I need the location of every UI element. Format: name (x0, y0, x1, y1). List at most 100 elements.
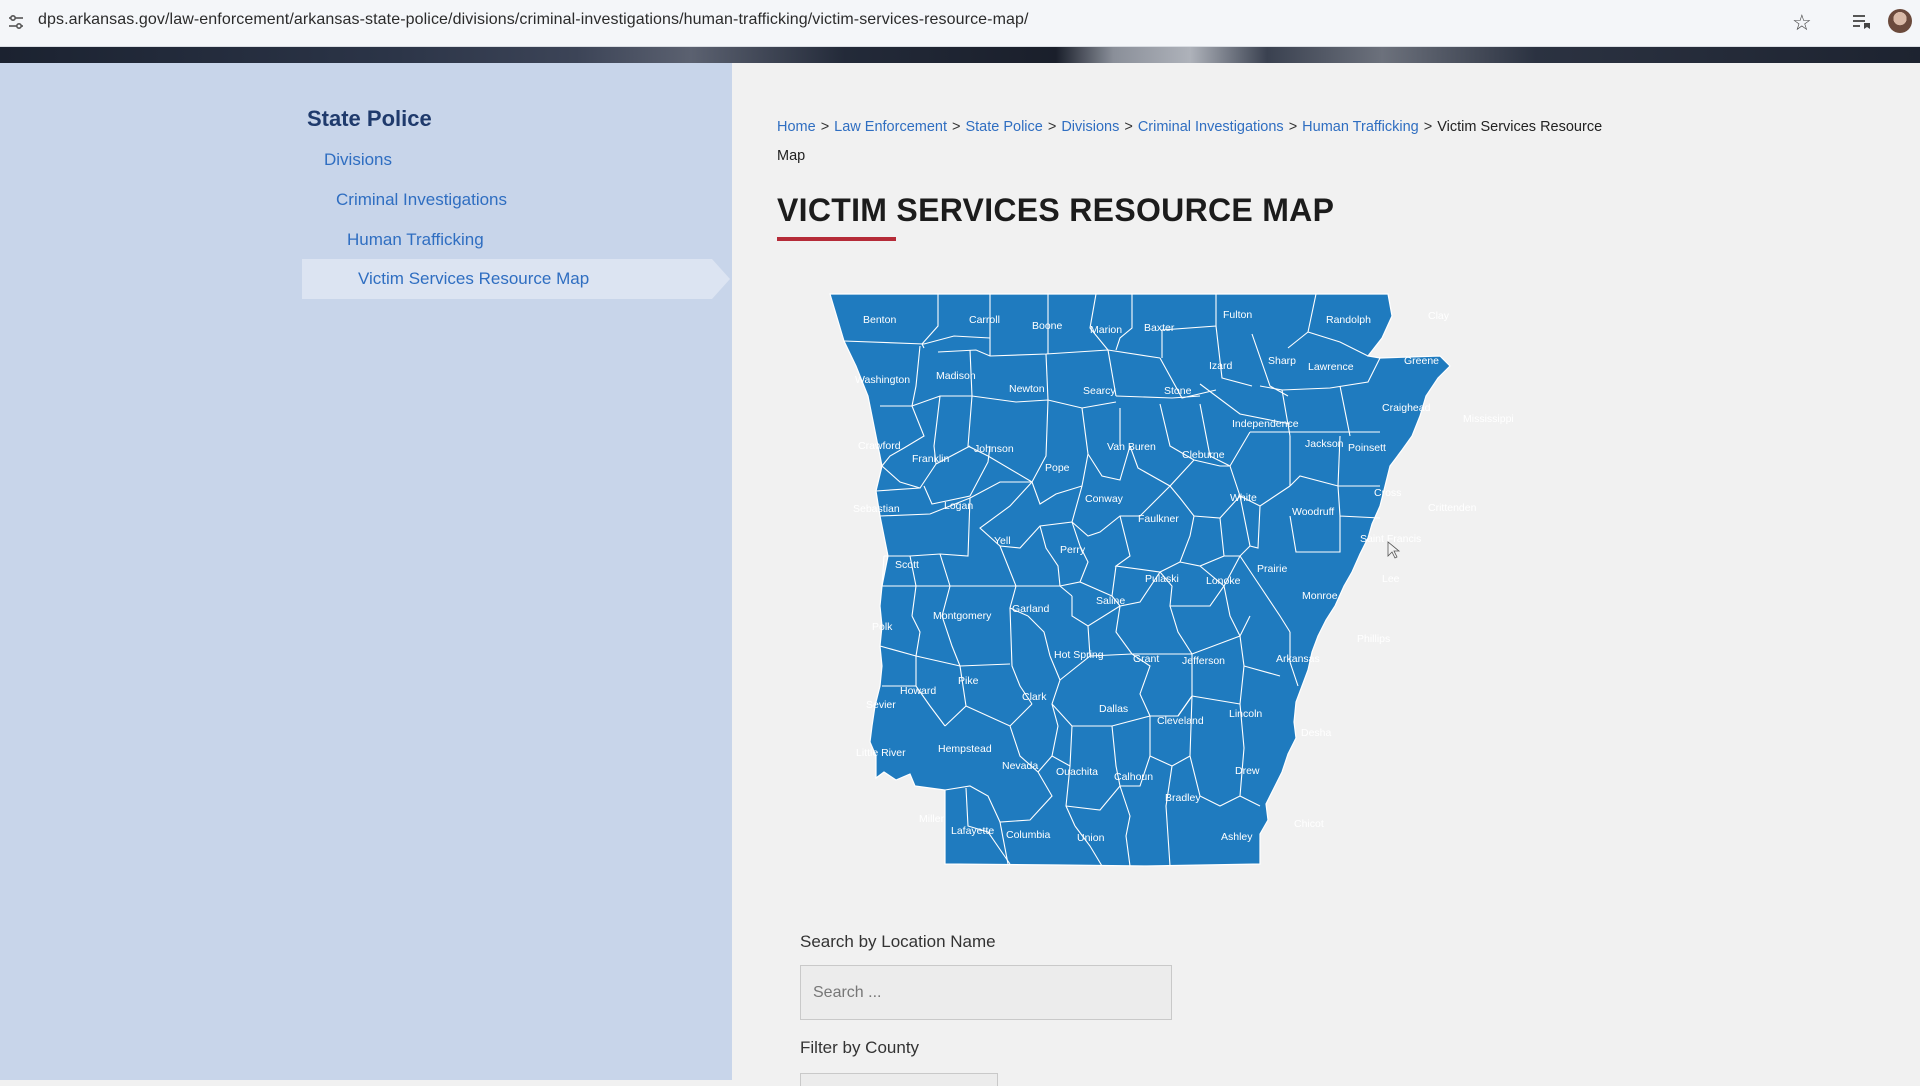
county-label-randolph[interactable]: Randolph (1326, 314, 1371, 326)
county-label-marion[interactable]: Marion (1090, 324, 1122, 336)
bookmark-star-icon[interactable]: ☆ (1792, 10, 1812, 36)
sidebar-item-victim-services-resource-map[interactable]: Victim Services Resource Map (358, 269, 589, 289)
county-label-monroe[interactable]: Monroe (1302, 590, 1338, 602)
county-label-craighead[interactable]: Craighead (1382, 402, 1431, 414)
address-bar[interactable]: dps.arkansas.gov/law-enforcement/arkansa… (38, 11, 1029, 29)
county-label-newton[interactable]: Newton (1009, 383, 1045, 395)
county-label-pulaski[interactable]: Pulaski (1145, 573, 1179, 585)
breadcrumb-human-trafficking[interactable]: Human Trafficking (1302, 119, 1419, 135)
county-label-drew[interactable]: Drew (1235, 765, 1260, 777)
county-label-montgomery[interactable]: Montgomery (933, 610, 992, 622)
sidebar-title[interactable]: State Police (307, 106, 432, 132)
county-label-miller[interactable]: Miller (919, 813, 945, 825)
county-label-columbia[interactable]: Columbia (1006, 829, 1051, 841)
county-label-benton[interactable]: Benton (863, 314, 896, 326)
county-label-ashley[interactable]: Ashley (1221, 831, 1253, 843)
county-label-hot-spring[interactable]: Hot Spring (1054, 649, 1104, 661)
profile-avatar[interactable] (1888, 9, 1912, 33)
county-label-baxter[interactable]: Baxter (1144, 322, 1175, 334)
county-label-washington[interactable]: Washington (855, 374, 910, 386)
county-label-boone[interactable]: Boone (1032, 320, 1063, 332)
county-label-calhoun[interactable]: Calhoun (1114, 771, 1153, 783)
county-label-union[interactable]: Union (1077, 832, 1105, 844)
county-label-fulton[interactable]: Fulton (1223, 309, 1252, 321)
county-label-faulkner[interactable]: Faulkner (1138, 513, 1179, 525)
sidebar-item-divisions[interactable]: Divisions (324, 150, 392, 170)
county-label-clark[interactable]: Clark (1022, 691, 1047, 703)
county-label-cleburne[interactable]: Cleburne (1182, 449, 1225, 461)
county-label-scott[interactable]: Scott (895, 559, 919, 571)
county-label-izard[interactable]: Izard (1209, 360, 1233, 372)
county-label-phillips[interactable]: Phillips (1357, 633, 1390, 645)
county-label-franklin[interactable]: Franklin (912, 453, 950, 465)
reading-list-icon[interactable] (1850, 10, 1872, 32)
county-label-garland[interactable]: Garland (1012, 603, 1050, 615)
county-label-ouachita[interactable]: Ouachita (1056, 766, 1098, 778)
county-label-lonoke[interactable]: Lonoke (1206, 575, 1241, 587)
county-map[interactable]: Benton Carroll Boone Marion Baxter Fulto… (820, 286, 1562, 876)
county-label-chicot[interactable]: Chicot (1294, 818, 1324, 830)
county-label-jefferson[interactable]: Jefferson (1182, 655, 1225, 667)
breadcrumb-separator: > (952, 119, 961, 135)
county-label-grant[interactable]: Grant (1133, 653, 1159, 665)
county-label-johnson[interactable]: Johnson (974, 443, 1014, 455)
county-label-pope[interactable]: Pope (1045, 462, 1070, 474)
page-title: VICTIM SERVICES RESOURCE MAP (777, 192, 1335, 228)
county-label-greene[interactable]: Greene (1404, 355, 1439, 367)
county-label-white[interactable]: White (1230, 492, 1257, 504)
county-label-prairie[interactable]: Prairie (1257, 563, 1288, 575)
header-banner-image (0, 47, 1920, 63)
county-label-logan[interactable]: Logan (944, 500, 973, 512)
county-label-saint-francis[interactable]: Saint Francis (1360, 533, 1421, 545)
county-label-cross[interactable]: Cross (1374, 487, 1401, 499)
county-label-sebastian[interactable]: Sebastian (853, 503, 900, 515)
sidebar-item-criminal-investigations[interactable]: Criminal Investigations (336, 190, 507, 210)
county-label-lee[interactable]: Lee (1382, 573, 1400, 585)
county-label-sevier[interactable]: Sevier (866, 699, 896, 711)
breadcrumb-law-enforcement[interactable]: Law Enforcement (834, 119, 947, 135)
filter-label: Filter by County (800, 1038, 920, 1057)
county-label-crawford[interactable]: Crawford (858, 440, 901, 452)
county-label-independence[interactable]: Independence (1232, 418, 1299, 430)
county-label-nevada[interactable]: Nevada (1002, 760, 1038, 772)
breadcrumb: Home > Law Enforcement > State Police > Divisi… (777, 113, 1617, 171)
breadcrumb-state-police[interactable]: State Police (965, 119, 1042, 135)
breadcrumb-home[interactable]: Home (777, 119, 816, 135)
breadcrumb-separator: > (1288, 119, 1298, 135)
county-label-stone[interactable]: Stone (1164, 385, 1192, 397)
breadcrumb-criminal-investigations[interactable]: Criminal Investigations (1138, 119, 1284, 135)
site-info-icon[interactable] (6, 12, 26, 32)
sidebar-item-human-trafficking[interactable]: Human Trafficking (347, 230, 484, 250)
county-label-crittenden[interactable]: Crittenden (1428, 502, 1477, 514)
county-label-poinsett[interactable]: Poinsett (1348, 442, 1386, 454)
county-label-desha[interactable]: Desha (1301, 727, 1332, 739)
county-label-woodruff[interactable]: Woodruff (1292, 506, 1334, 518)
county-label-little-river[interactable]: Little River (856, 747, 906, 759)
county-label-searcy[interactable]: Searcy (1083, 385, 1116, 397)
county-label-cleveland[interactable]: Cleveland (1157, 715, 1204, 727)
county-label-jackson[interactable]: Jackson (1305, 438, 1344, 450)
county-label-yell[interactable]: Yell (994, 535, 1011, 547)
county-label-van-buren[interactable]: Van Buren (1107, 441, 1156, 453)
county-label-howard[interactable]: Howard (900, 685, 936, 697)
county-label-sharp[interactable]: Sharp (1268, 355, 1296, 367)
county-label-madison[interactable]: Madison (936, 370, 976, 382)
county-label-pike[interactable]: Pike (958, 675, 979, 687)
county-label-hempstead[interactable]: Hempstead (938, 743, 992, 755)
search-input[interactable] (800, 965, 1172, 1020)
county-label-carroll[interactable]: Carroll (969, 314, 1000, 326)
county-label-saline[interactable]: Saline (1096, 595, 1125, 607)
county-label-mississippi[interactable]: Mississippi (1463, 413, 1514, 425)
county-label-polk[interactable]: Polk (872, 621, 893, 633)
county-label-bradley[interactable]: Bradley (1165, 792, 1201, 804)
county-label-arkansas[interactable]: Arkansas (1276, 653, 1320, 665)
search-label: Search by Location Name (800, 932, 996, 951)
county-label-conway[interactable]: Conway (1085, 493, 1124, 505)
county-label-perry[interactable]: Perry (1060, 544, 1086, 556)
county-label-lawrence[interactable]: Lawrence (1308, 361, 1354, 373)
breadcrumb-divisions[interactable]: Divisions (1061, 119, 1119, 135)
county-label-lafayette[interactable]: Lafayette (951, 825, 994, 837)
county-label-dallas[interactable]: Dallas (1099, 703, 1128, 715)
county-label-clay[interactable]: Clay (1428, 310, 1450, 322)
county-label-lincoln[interactable]: Lincoln (1229, 708, 1262, 720)
